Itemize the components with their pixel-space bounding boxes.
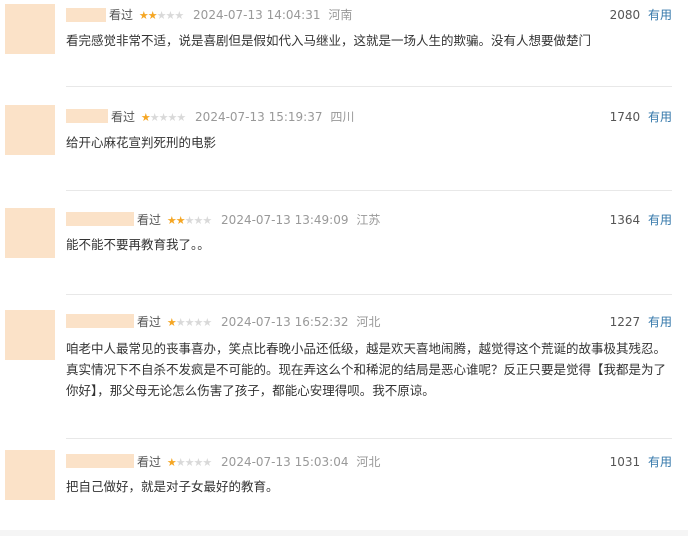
comment-meta: 看过 ★★★★★ 2024-07-13 14:04:31 河南 [109, 7, 352, 24]
star-icon: ★ [166, 316, 177, 329]
watched-label: 看过 [111, 110, 136, 124]
useful-count: 1227 [609, 315, 641, 329]
useful-button[interactable]: 有用 [648, 110, 672, 124]
avatar[interactable] [5, 4, 55, 54]
vote-area: 1740 有用 [610, 109, 672, 125]
rating-stars: ★★★★★ [138, 8, 184, 24]
comment-timestamp: 2024-07-13 14:04:31 [193, 8, 321, 22]
watched-label: 看过 [137, 315, 162, 329]
useful-button[interactable]: 有用 [648, 315, 672, 329]
rating-stars: ★★★★★ [166, 315, 212, 331]
comment-meta: 看过 ★★★★★ 2024-07-13 16:52:32 河北 [137, 314, 380, 331]
vote-area: 1364 有用 [610, 212, 672, 228]
star-icon: ★ [175, 316, 186, 329]
comment-item: 看过 ★★★★★ 2024-07-13 14:04:31 河南 2080 有用 … [0, 0, 688, 100]
star-icon: ★ [176, 111, 186, 124]
username-redacted[interactable] [66, 454, 134, 468]
star-icon: ★ [193, 456, 203, 469]
useful-button[interactable]: 有用 [648, 455, 672, 469]
username-redacted[interactable] [66, 212, 134, 226]
star-icon: ★ [175, 456, 186, 469]
useful-count: 1031 [609, 455, 641, 469]
username-redacted[interactable] [66, 109, 108, 123]
watched-label: 看过 [137, 455, 162, 469]
vote-area: 1031 有用 [610, 454, 672, 470]
star-icon: ★ [140, 111, 151, 124]
watched-label: 看过 [137, 213, 162, 227]
vote-area: 1227 有用 [610, 314, 672, 330]
star-icon: ★ [165, 9, 175, 22]
avatar[interactable] [5, 105, 55, 155]
divider [66, 294, 672, 295]
star-icon: ★ [166, 456, 177, 469]
comment-timestamp: 2024-07-13 13:49:09 [221, 213, 349, 227]
comment-location: 江苏 [356, 213, 381, 227]
comment-timestamp: 2024-07-13 16:52:32 [221, 315, 349, 329]
star-icon: ★ [166, 214, 177, 227]
rating-stars: ★★★★★ [166, 213, 212, 229]
horizontal-scrollbar[interactable] [0, 530, 688, 536]
avatar[interactable] [5, 310, 55, 360]
useful-button[interactable]: 有用 [648, 213, 672, 227]
comment-item: 看过 ★★★★★ 2024-07-13 15:19:37 四川 1740 有用 … [0, 100, 688, 202]
comment-location: 河北 [356, 455, 381, 469]
username-redacted[interactable] [66, 8, 106, 22]
comment-meta: 看过 ★★★★★ 2024-07-13 15:03:04 河北 [137, 454, 380, 471]
star-icon: ★ [149, 111, 160, 124]
rating-stars: ★★★★★ [140, 110, 186, 126]
divider [66, 86, 672, 87]
comment-item: 看过 ★★★★★ 2024-07-13 16:52:32 河北 1227 有用 … [0, 304, 688, 444]
comment-text: 看完感觉非常不适，说是喜剧但是假如代入马继业，这就是一场人生的欺骗。没有人想要做… [66, 33, 592, 48]
avatar[interactable] [5, 450, 55, 500]
useful-count: 1364 [609, 213, 641, 227]
comment-text: 给开心麻花宣判死刑的电影 [66, 135, 217, 150]
useful-button[interactable]: 有用 [648, 8, 672, 22]
comment-meta: 看过 ★★★★★ 2024-07-13 13:49:09 江苏 [137, 212, 380, 229]
comment-meta: 看过 ★★★★★ 2024-07-13 15:19:37 四川 [111, 109, 354, 126]
divider [66, 438, 672, 439]
vote-area: 2080 有用 [610, 7, 672, 23]
username-redacted[interactable] [66, 314, 134, 328]
avatar[interactable] [5, 208, 55, 258]
star-icon: ★ [193, 316, 203, 329]
comment-text: 能不能不要再教育我了。。 [66, 237, 210, 252]
star-icon: ★ [167, 111, 177, 124]
useful-count: 1740 [609, 110, 641, 124]
star-icon: ★ [138, 9, 149, 22]
star-icon: ★ [202, 316, 212, 329]
comment-location: 河北 [356, 315, 381, 329]
comment-location: 四川 [330, 110, 355, 124]
comment-timestamp: 2024-07-13 15:19:37 [195, 110, 323, 124]
comment-item: 看过 ★★★★★ 2024-07-13 15:03:04 河北 1031 有用 … [0, 444, 688, 536]
star-icon: ★ [202, 456, 212, 469]
star-icon: ★ [174, 9, 184, 22]
rating-stars: ★★★★★ [166, 455, 212, 471]
comment-text: 咱老中人最常见的丧事喜办，笑点比春晚小品还低级，越是欢天喜地闹腾，越觉得这个荒诞… [66, 341, 667, 398]
star-icon: ★ [202, 214, 212, 227]
star-icon: ★ [175, 214, 186, 227]
comment-location: 河南 [328, 8, 353, 22]
divider [66, 190, 672, 191]
comment-item: 看过 ★★★★★ 2024-07-13 13:49:09 江苏 1364 有用 … [0, 202, 688, 304]
star-icon: ★ [193, 214, 203, 227]
watched-label: 看过 [109, 8, 134, 22]
comment-text: 把自己做好，就是对子女最好的教育。 [66, 479, 279, 494]
star-icon: ★ [147, 9, 158, 22]
comment-timestamp: 2024-07-13 15:03:04 [221, 455, 349, 469]
useful-count: 2080 [609, 8, 641, 22]
